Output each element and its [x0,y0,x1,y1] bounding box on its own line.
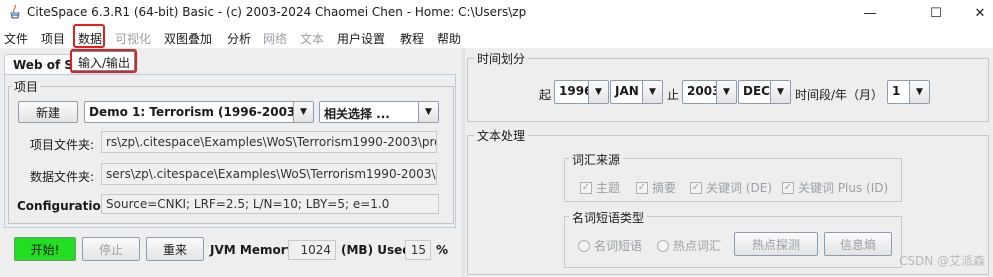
menu-dual-map-overlay[interactable]: 双图叠加 [164,30,212,47]
from-label: 起 [539,88,552,102]
java-app-icon [10,4,20,19]
radio-icon [657,239,669,252]
chevron-down-icon: ▼ [588,81,608,103]
tab-web-of-science[interactable]: Web of Sc [4,54,72,75]
project-combo-value: Demo 1: Terrorism (1996-2003) [89,105,301,119]
noun-phrase-radio[interactable]: 名词短语 [578,237,642,254]
keywords-plus-label: 关键词 Plus (ID) [798,181,889,195]
project-group-title: 项目 [12,78,41,95]
chevron-down-icon: ▼ [418,102,438,122]
title-bar: CiteSpace 6.3.R1 (64-bit) Basic - (c) 20… [0,0,993,26]
mb-used-label: (MB) Used [341,243,411,257]
to-year-combo[interactable]: 2003 ▼ [682,80,737,104]
stop-button[interactable]: 停止 [82,237,140,261]
related-selection-combo[interactable]: 相关选择 ... ▼ [319,101,439,123]
watermark: CSDN @艾派森 [898,254,985,268]
data-folder-field[interactable]: sers\zp\.citespace\Examples\WoS\Terroris… [101,163,437,185]
data-folder-label: 数据文件夹: [30,170,95,184]
chevron-down-icon: ▼ [642,81,662,103]
to-label: 止 [667,88,680,102]
to-month-combo[interactable]: DEC ▼ [738,80,791,104]
burst-detection-button[interactable]: 热点探测 [734,232,818,256]
close-icon[interactable]: ✕ [958,0,993,26]
title-checkbox[interactable]: ✓ 主题 [580,179,620,196]
jvm-memory-label: JVM Memory [210,243,295,257]
project-combo[interactable]: Demo 1: Terrorism (1996-2003) ▼ [84,101,314,123]
percent-label: % [436,243,449,257]
keywords-plus-checkbox[interactable]: ✓ 关键词 Plus (ID) [782,179,888,196]
memory-used-value: 15 [405,240,431,260]
project-folder-field[interactable]: rs\zp\.citespace\Examples\WoS\Terrorism1… [101,131,437,153]
burst-term-label: 热点词汇 [673,239,722,253]
new-project-button[interactable]: 新建 [18,101,78,123]
menu-bar: 文件 项目 数据 可视化 双图叠加 分析 网络 文本 用户设置 教程 帮助 [0,26,993,48]
menu-network[interactable]: 网络 [263,30,287,47]
related-combo-value: 相关选择 ... [324,107,390,121]
to-month-value: DEC [743,84,770,98]
chevron-down-icon: ▼ [909,81,929,103]
configuration-field[interactable]: Source=CNKI; LRF=2.5; L/N=10; LBY=5; e=1… [101,194,439,214]
check-icon: ✓ [782,181,794,194]
menu-visualization[interactable]: 可视化 [115,30,151,47]
radio-icon [578,239,590,252]
project-folder-label: 项目文件夹: [30,138,95,152]
check-icon: ✓ [636,181,648,194]
burst-term-radio[interactable]: 热点词汇 [657,237,721,254]
abstract-checkbox[interactable]: ✓ 摘要 [636,179,676,196]
menu-help[interactable]: 帮助 [437,30,461,47]
configuration-label: Configuration: [17,199,115,213]
menu-tutorial[interactable]: 教程 [400,30,424,47]
author-keywords-checkbox[interactable]: ✓ 关键词 (DE) [690,179,772,196]
panel-splitter[interactable] [462,48,465,277]
window-title: CiteSpace 6.3.R1 (64-bit) Basic - (c) 20… [27,5,527,19]
menu-data-highlight [73,24,105,48]
years-per-slice-combo[interactable]: 1 ▼ [887,80,930,104]
maximize-icon[interactable]: ☐ [914,0,958,26]
text-processing-title: 文本处理 [474,127,529,144]
jvm-memory-value: 1024 [288,240,336,260]
years-per-slice-label: 时间段/年（月） [795,88,884,102]
minimize-icon[interactable]: — [848,0,892,26]
chevron-down-icon: ▼ [716,81,736,103]
title-checkbox-label: 主题 [596,181,621,195]
restart-button[interactable]: 重来 [146,237,204,261]
time-slicing-title: 时间划分 [474,50,529,67]
check-icon: ✓ [580,181,592,194]
abstract-checkbox-label: 摘要 [652,181,677,195]
start-button[interactable]: 开始! [14,237,76,261]
author-keywords-label: 关键词 (DE) [706,181,773,195]
chevron-down-icon: ▼ [770,81,790,103]
from-year-combo[interactable]: 1996 ▼ [554,80,609,104]
from-month-value: JAN [615,84,639,98]
check-icon: ✓ [690,181,702,194]
menu-analysis[interactable]: 分析 [227,30,251,47]
years-per-slice-value: 1 [892,84,901,98]
menu-text[interactable]: 文本 [300,30,324,47]
menu-user-settings[interactable]: 用户设置 [337,30,385,47]
chevron-down-icon: ▼ [293,102,313,122]
entropy-button[interactable]: 信息熵 [824,232,892,256]
from-month-combo[interactable]: JAN ▼ [610,80,663,104]
menu-file[interactable]: 文件 [4,30,28,47]
noun-phrase-label: 名词短语 [594,239,643,253]
term-type-title: 名词短语类型 [569,209,648,226]
term-source-title: 词汇来源 [569,151,624,168]
popup-highlight [70,49,137,73]
menu-project[interactable]: 项目 [41,30,65,47]
